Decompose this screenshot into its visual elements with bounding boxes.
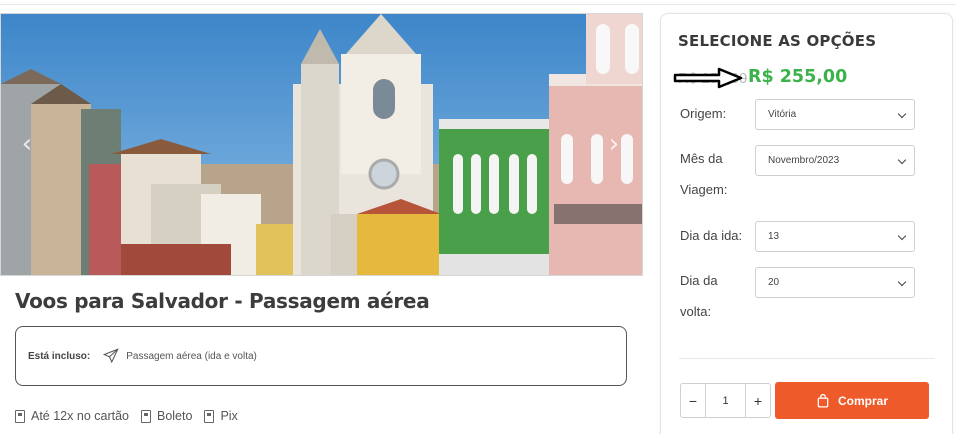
chevron-down-icon [897, 109, 907, 119]
origin-select[interactable]: Vitória [755, 99, 915, 130]
return-day-label-line2: volta: [680, 304, 712, 319]
origin-label: Origem: [680, 106, 727, 121]
included-label: Está incluso: [28, 350, 91, 362]
month-select[interactable]: Novembro/2023 [755, 145, 915, 176]
return-day-select[interactable]: 20 [755, 267, 915, 298]
panel-title: SELECIONE AS OPÇÕES [678, 32, 877, 50]
card-icon [15, 409, 25, 423]
pix-icon [204, 409, 215, 423]
quantity-decrease-button[interactable]: − [681, 384, 705, 417]
payment-boleto: Boleto [140, 409, 193, 423]
included-item: Passagem aérea (ida e volta) [126, 350, 257, 362]
quantity-stepper[interactable]: − 1 + [680, 383, 771, 418]
payment-card-label: Até 12x no cartão [31, 409, 129, 423]
current-price: R$ 255,00 [748, 67, 848, 87]
quantity-input[interactable]: 1 [705, 384, 746, 417]
month-label-line2: Viagem: [680, 182, 728, 197]
origin-select-value: Vitória [768, 109, 797, 120]
product-image-carousel[interactable]: ‹ › [0, 13, 643, 276]
chevron-down-icon [897, 277, 907, 287]
carousel-prev-chevron-icon[interactable]: ‹ [15, 131, 39, 157]
quantity-increase-button[interactable]: + [746, 384, 770, 417]
month-label-line1: Mês da [680, 151, 723, 166]
month-select-value: Novembro/2023 [768, 155, 840, 166]
chevron-down-icon [897, 155, 907, 165]
payment-boleto-label: Boleto [156, 409, 193, 423]
salvador-pelourinho-photo [1, 14, 642, 275]
payment-methods: Até 12x no cartão Boleto Pix [15, 409, 238, 423]
product-title: Voos para Salvador - Passagem aérea [15, 289, 430, 313]
airplane-icon [102, 347, 120, 365]
panel-divider [679, 358, 935, 359]
barcode-icon [140, 409, 151, 423]
chevron-down-icon [897, 231, 907, 241]
included-box: Está incluso: Passagem aérea (ida e volt… [15, 326, 627, 386]
options-panel: SELECIONE AS OPÇÕES R$ 255,00 R$ 255,00 … [660, 13, 953, 434]
departure-day-select[interactable]: 13 [755, 221, 915, 252]
payment-card: Até 12x no cartão [15, 409, 129, 423]
return-day-label-line1: Dia da [680, 273, 718, 288]
departure-day-value: 13 [768, 231, 780, 242]
buy-button[interactable]: Comprar [775, 382, 929, 419]
shopping-bag-icon [816, 393, 830, 408]
payment-pix-label: Pix [220, 409, 238, 423]
return-day-value: 20 [768, 277, 780, 288]
annotation-arrow-icon [673, 67, 743, 89]
carousel-next-chevron-icon[interactable]: › [602, 131, 626, 157]
payment-pix: Pix [204, 409, 238, 423]
departure-day-label: Dia da ida: [680, 228, 743, 243]
buy-button-label: Comprar [837, 393, 888, 408]
top-divider [0, 4, 956, 5]
